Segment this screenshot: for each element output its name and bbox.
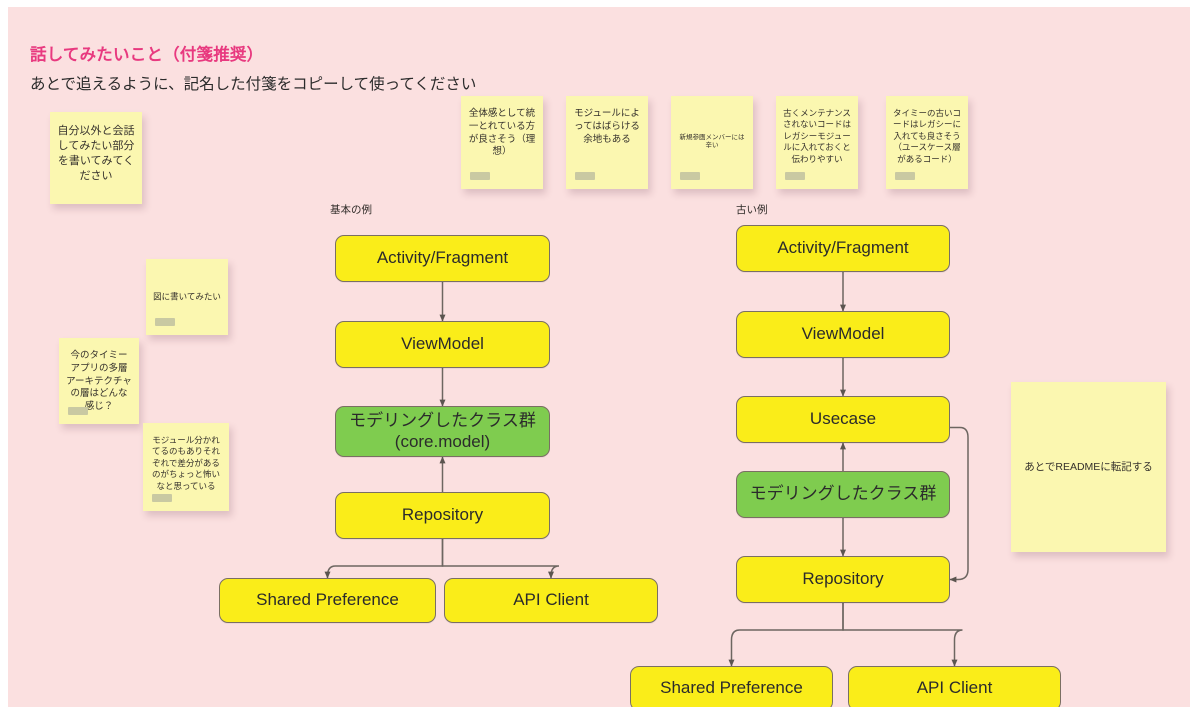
sticky-note-text: 図に書いてみたい bbox=[146, 291, 228, 302]
page-subtitle: あとで追えるように、記名した付箋をコピーして使ってください bbox=[30, 72, 476, 94]
sticky-author-tag bbox=[575, 172, 595, 180]
flow-node-basic-viewmodel[interactable]: ViewModel bbox=[335, 321, 550, 368]
flow-node-label: ViewModel bbox=[401, 334, 484, 354]
flow-node-label: Usecase bbox=[810, 409, 876, 429]
page-title: 話してみたいこと（付箋推奨） bbox=[30, 41, 263, 65]
sticky-legacy-module[interactable]: 古くメンテナンスされないコードはレガシーモジュールに入れておくと伝わりやすい bbox=[776, 96, 858, 189]
flow-node-legacy-sharedpref[interactable]: Shared Preference bbox=[630, 666, 833, 707]
diagram-caption-diagram-basic: 基本の例 bbox=[330, 202, 372, 217]
sticky-author-tag bbox=[152, 494, 172, 502]
flow-node-basic-apiclient[interactable]: API Client bbox=[444, 578, 658, 623]
flow-node-label: Shared Preference bbox=[256, 590, 399, 610]
sticky-unified[interactable]: 全体感として統一とれている方が良さそう（理想） bbox=[461, 96, 543, 189]
flow-node-legacy-apiclient[interactable]: API Client bbox=[848, 666, 1061, 707]
flow-node-basic-model[interactable]: モデリングしたクラス群 (core.model) bbox=[335, 406, 550, 457]
flow-node-label: ViewModel bbox=[802, 324, 885, 344]
sticky-note-text: 全体感として統一とれている方が良さそう（理想） bbox=[461, 108, 543, 159]
diagram-caption-diagram-legacy: 古い例 bbox=[736, 202, 768, 217]
flow-node-label: Activity/Fragment bbox=[377, 248, 508, 268]
flow-node-basic-repository[interactable]: Repository bbox=[335, 492, 550, 539]
sticky-note-text: タイミーの古いコードはレガシーに入れても良さそう（ユースケース層があるコード） bbox=[886, 108, 968, 165]
sticky-zu-ni-kakitai[interactable]: 図に書いてみたい bbox=[146, 259, 228, 335]
sticky-module-room[interactable]: モジュールによってはばらける余地もある bbox=[566, 96, 648, 189]
sticky-author-tag bbox=[785, 172, 805, 180]
sticky-author-tag bbox=[155, 318, 175, 326]
flow-node-label: モデリングしたクラス群 bbox=[750, 484, 937, 504]
flow-node-legacy-repository[interactable]: Repository bbox=[736, 556, 950, 603]
sticky-note-text: 今のタイミーアプリの多層アーキテクチャの層はどんな感じ？ bbox=[59, 350, 139, 414]
sticky-author-tag bbox=[470, 172, 490, 180]
flow-node-label: モデリングしたクラス群 (core.model) bbox=[349, 411, 536, 451]
sticky-prompt[interactable]: 自分以外と会話してみたい部分を書いてみてください bbox=[50, 112, 142, 204]
sticky-author-tag bbox=[680, 172, 700, 180]
sticky-author-tag bbox=[895, 172, 915, 180]
flow-node-basic-activity[interactable]: Activity/Fragment bbox=[335, 235, 550, 282]
flow-node-legacy-viewmodel[interactable]: ViewModel bbox=[736, 311, 950, 358]
sticky-note-text: 古くメンテナンスされないコードはレガシーモジュールに入れておくと伝わりやすい bbox=[776, 108, 858, 165]
sticky-module-split[interactable]: モジュール分かれてるのもありそれぞれで差分があるのがちょっと怖いなと思っている bbox=[143, 423, 229, 511]
sticky-note-text: 新規参画メンバーには辛い bbox=[671, 134, 753, 152]
flow-node-label: Repository bbox=[402, 505, 483, 525]
flow-node-label: API Client bbox=[513, 590, 589, 610]
sticky-note-text: モジュールによってはばらける余地もある bbox=[566, 108, 648, 146]
sticky-note-text: 自分以外と会話してみたい部分を書いてみてください bbox=[50, 124, 142, 183]
sticky-timee-legacy[interactable]: タイミーの古いコードはレガシーに入れても良さそう（ユースケース層があるコード） bbox=[886, 96, 968, 189]
board-canvas[interactable]: 話してみたいこと（付箋推奨） あとで追えるように、記名した付箋をコピーして使って… bbox=[8, 7, 1190, 707]
flow-node-basic-sharedpref[interactable]: Shared Preference bbox=[219, 578, 436, 623]
sticky-new-member[interactable]: 新規参画メンバーには辛い bbox=[671, 96, 753, 189]
flow-node-label: Activity/Fragment bbox=[777, 238, 908, 258]
sticky-note-text: モジュール分かれてるのもありそれぞれで差分があるのがちょっと怖いなと思っている bbox=[143, 435, 229, 492]
flow-node-legacy-activity[interactable]: Activity/Fragment bbox=[736, 225, 950, 272]
flow-node-legacy-model[interactable]: モデリングしたクラス群 bbox=[736, 471, 950, 518]
sticky-readme[interactable]: あとでREADMEに転記する bbox=[1011, 382, 1166, 552]
flow-node-label: Repository bbox=[802, 569, 883, 589]
sticky-note-text: あとでREADMEに転記する bbox=[1011, 460, 1166, 474]
sticky-author-tag bbox=[68, 407, 88, 415]
sticky-timee-layers[interactable]: 今のタイミーアプリの多層アーキテクチャの層はどんな感じ？ bbox=[59, 338, 139, 424]
flow-node-label: Shared Preference bbox=[660, 678, 803, 698]
flow-node-label: API Client bbox=[917, 678, 993, 698]
flow-node-legacy-usecase[interactable]: Usecase bbox=[736, 396, 950, 443]
